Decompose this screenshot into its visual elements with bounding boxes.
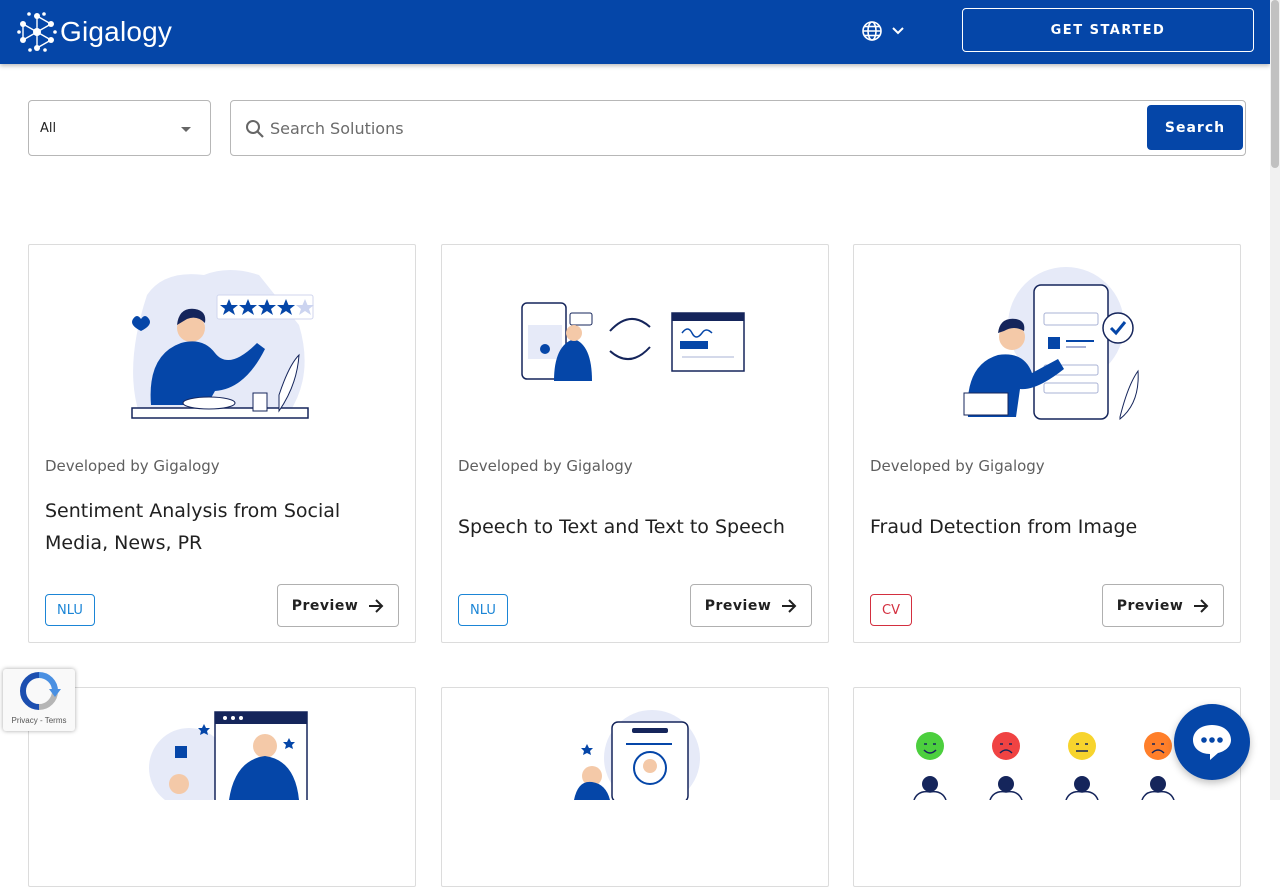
top-navbar: Gigalogy GET STARTED [0, 0, 1270, 64]
card-developer: Developed by Gigalogy [870, 457, 1045, 475]
recaptcha-icon [19, 672, 61, 710]
preview-button[interactable]: Preview [277, 584, 399, 627]
preview-label: Preview [704, 597, 772, 614]
mobile-profile-illustration [574, 710, 700, 806]
language-selector[interactable] [861, 20, 905, 42]
recaptcha-links[interactable]: Privacy - Terms [3, 716, 75, 725]
card-tag: NLU [458, 594, 508, 626]
arrow-right-icon [1194, 598, 1209, 613]
preview-label: Preview [291, 597, 359, 614]
preview-button[interactable]: Preview [690, 584, 812, 627]
card-title-text: Fraud Detection from Image [870, 516, 1138, 538]
category-select-value: All [40, 120, 57, 136]
card-tag: NLU [45, 594, 95, 626]
chat-bubble-icon [1193, 725, 1231, 760]
solution-card-sentiment: Developed by Gigalogy Sentiment Analysis… [28, 244, 416, 643]
preview-label: Preview [1116, 597, 1184, 614]
solution-card-fraud: Developed by Gigalogy Fraud Detection fr… [853, 244, 1241, 643]
card-title-text: Sentiment Analysis from Social Media, Ne… [45, 500, 341, 554]
card-title: Fraud Detection from Image [870, 495, 1230, 559]
search-input[interactable] [270, 113, 1130, 143]
get-started-button[interactable]: GET STARTED [962, 8, 1254, 52]
arrow-right-icon [782, 598, 797, 613]
logo-network-icon [17, 12, 57, 52]
card-tag: CV [870, 594, 912, 626]
solution-card-speech: Developed by Gigalogy Speech to Text and… [441, 244, 829, 643]
card-title: Sentiment Analysis from Social Media, Ne… [45, 495, 405, 559]
search-icon [246, 120, 264, 138]
arrow-right-icon [369, 598, 384, 613]
fraud-detection-illustration [963, 267, 1139, 421]
globe-icon [862, 21, 882, 41]
solution-card-row2-1 [28, 687, 416, 887]
speech-text-illustration [521, 302, 745, 381]
recaptcha-badge[interactable]: Privacy - Terms [3, 669, 75, 731]
logo-text: Gigalogy [60, 16, 173, 47]
preview-button[interactable]: Preview [1102, 584, 1224, 627]
search-button[interactable]: Search [1147, 105, 1243, 150]
social-feedback-illustration [149, 711, 308, 800]
caret-down-icon [181, 127, 191, 132]
scrollbar-thumb[interactable] [1271, 0, 1279, 168]
card-title-text: Speech to Text and Text to Speech [458, 516, 785, 538]
chevron-down-icon [892, 27, 904, 35]
card-developer: Developed by Gigalogy [458, 457, 633, 475]
search-bar: Search [230, 100, 1246, 156]
logo[interactable]: Gigalogy [16, 10, 172, 54]
category-select[interactable]: All [28, 100, 211, 156]
sentiment-illustration [131, 270, 314, 419]
chat-button[interactable] [1174, 704, 1250, 780]
solution-card-row2-2 [441, 687, 829, 887]
card-title: Speech to Text and Text to Speech [458, 495, 818, 559]
card-developer: Developed by Gigalogy [45, 457, 220, 475]
